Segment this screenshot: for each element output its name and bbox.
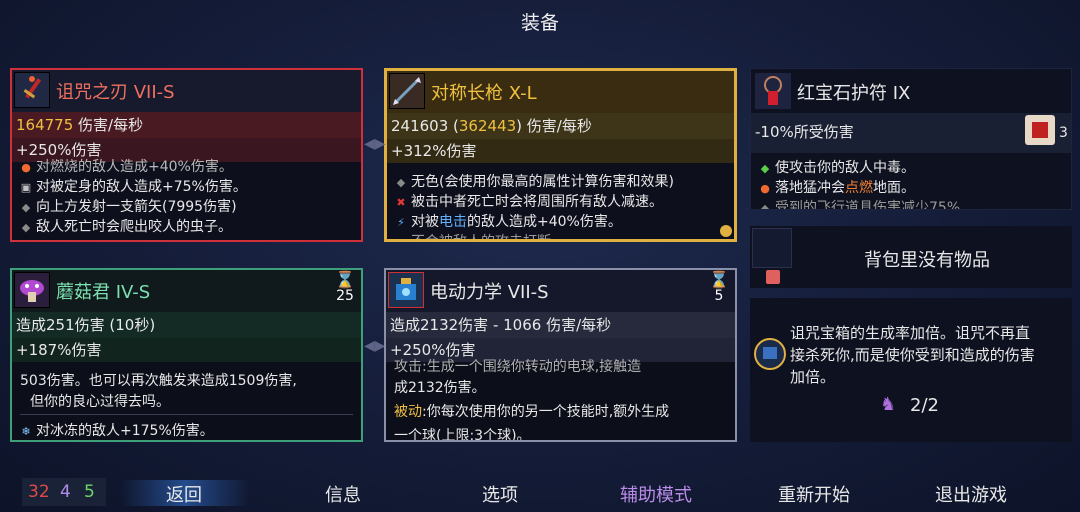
effect-line: 使攻击你的敌人中毒。 xyxy=(775,160,915,176)
weapon-name: 诅咒之刃 VII-S xyxy=(56,82,175,103)
diamond-icon: ◆ xyxy=(760,202,770,210)
diamond-icon: ◆ xyxy=(21,221,31,234)
cooldown: ⌛ 25 xyxy=(335,270,355,305)
swap-arrows-icon: ◀▶ xyxy=(364,338,386,354)
fire-icon: ● xyxy=(760,182,770,195)
damage-bonus: +312%伤害 xyxy=(387,139,734,163)
dps-value: 241603 xyxy=(391,117,449,135)
skill-damage: 造成2132伤害 - 1066 伤害/每秒 xyxy=(386,312,735,338)
effect-line: 被击中者死亡时会将周围所有敌人减速。 xyxy=(411,194,663,210)
diamond-icon: ◆ xyxy=(395,236,407,239)
effect-line-pre: 落地猛冲会 xyxy=(775,180,845,196)
mutation-text: 接杀死你,而是使你受到和造成的伤害 xyxy=(790,346,1035,364)
effect-highlight: 点燃 xyxy=(845,180,873,196)
effect-highlight: 电击 xyxy=(439,214,467,230)
stats-panel: 32 4 5 xyxy=(22,478,106,506)
effect-line-post: 地面。 xyxy=(873,180,915,196)
mutation-text: 加倍。 xyxy=(790,368,836,386)
dps-unit: 伤害/每秒 xyxy=(522,117,592,135)
skill-damage: 造成251伤害 (10秒) xyxy=(12,312,361,338)
effect-line: 503伤害。也可以再次触发来造成1509伤害, xyxy=(20,373,297,389)
mutation-count: 2/2 xyxy=(910,395,939,416)
skill-name: 电动力学 VII-S xyxy=(430,282,549,303)
effect-line: 受到的飞行道具伤害减少75% xyxy=(775,200,961,210)
damage-bonus: +187%伤害 xyxy=(12,338,361,362)
poison-icon: ◆ xyxy=(760,162,770,175)
effect-line: 对燃烧的敌人造成+40%伤害。 xyxy=(36,159,233,175)
info-button[interactable]: 信息 xyxy=(325,481,361,507)
electro-orb-icon xyxy=(388,272,424,308)
curse-blade-icon xyxy=(14,72,50,108)
lock-icon: ▣ xyxy=(20,181,32,194)
brutality-stat: 32 xyxy=(28,482,50,502)
effect-line: 对冰冻的敌人+175%伤害。 xyxy=(36,423,214,439)
swap-arrows-icon: ◀▶ xyxy=(364,136,386,152)
amulet-name: 红宝石护符 IX xyxy=(797,83,911,104)
curse-icon: ✖ xyxy=(396,196,406,209)
dps-alt-value: 362443 xyxy=(458,117,517,135)
effect-line: 攻击:生成一个围绕你转动的电球,接触造 xyxy=(394,359,642,375)
passive-text: :你每次使用你的另一个技能时,额外生成 xyxy=(422,404,670,420)
assist-mode-button[interactable]: 辅助模式 xyxy=(620,481,692,507)
backpack-panel[interactable]: 背包里没有物品 xyxy=(750,226,1072,288)
backpack-empty-text: 背包里没有物品 xyxy=(864,250,990,271)
backpack-icon xyxy=(766,270,780,284)
skill-card-mushroom[interactable]: 蘑菇君 IV-S ⌛ 25 造成251伤害 (10秒) +187%伤害 503伤害… xyxy=(10,268,363,442)
survival-stat: 5 xyxy=(84,482,95,502)
weapon-card-curse-blade[interactable]: 诅咒之刃 VII-S 164775 伤害/每秒 +250%伤害 ● 对燃烧的敌人造… xyxy=(10,68,363,242)
passive-label: 被动 xyxy=(394,404,422,420)
mutation-panel[interactable]: 诅咒宝箱的生成率加倍。诅咒不再直 接杀死你,而是使你受到和造成的伤害 加倍。 ♞… xyxy=(750,298,1072,442)
mutation-text: 诅咒宝箱的生成率加倍。诅咒不再直 xyxy=(790,324,1031,342)
scroll-icon xyxy=(1025,115,1055,145)
effect-line: 对被定身的敌人造成+75%伤害。 xyxy=(36,179,247,195)
weapon-name: 对称长枪 X-L xyxy=(431,83,537,104)
effect-line: 敌人死亡时会爬出咬人的虫子。 xyxy=(36,219,232,235)
scroll-count: 3 xyxy=(1059,125,1068,141)
effect-line: 但你的良心过得去吗。 xyxy=(30,394,170,410)
paren: ( xyxy=(448,117,459,135)
tactics-stat: 4 xyxy=(60,482,71,502)
effect-line: 对被电击的敌人造成+40%伤害。 xyxy=(411,214,622,230)
restart-button[interactable]: 重新开始 xyxy=(778,481,850,507)
skill-name: 蘑菇君 IV-S xyxy=(56,282,151,303)
cooldown-value: 25 xyxy=(336,288,354,304)
dps-value: 164775 xyxy=(16,116,74,134)
effect-line: 不会被敌人的攻击打断 xyxy=(411,234,551,242)
dps-unit: 伤害/每秒 xyxy=(73,116,144,134)
ruby-amulet-icon xyxy=(755,73,791,109)
weapon-card-symmetrical-spear[interactable]: 对称长枪 X-L 241603 (362443) 伤害/每秒 +312%伤害 ◆… xyxy=(384,68,737,242)
hourglass-icon: ⌛ xyxy=(709,270,729,289)
page-title: 装备 xyxy=(520,12,559,34)
amulet-stat: -10%所受伤害 xyxy=(755,123,854,141)
effect-line: 一个球(上限:3个球)。 xyxy=(394,428,531,442)
effect-line: 成2132伤害。 xyxy=(394,380,486,396)
snowflake-icon: ❄ xyxy=(21,425,31,438)
skill-card-electrodynamics[interactable]: 电动力学 VII-S ⌛ 5 造成2132伤害 - 1066 伤害/每秒 +250… xyxy=(384,268,737,442)
cooldown-value: 5 xyxy=(714,288,724,304)
corner-ornament-icon xyxy=(720,225,732,237)
divider xyxy=(20,414,353,415)
options-button[interactable]: 选项 xyxy=(482,481,518,507)
mushroom-icon xyxy=(14,272,50,308)
cursed-chest-icon xyxy=(754,338,786,370)
bottom-bar: 32 4 5 返回 信息 选项 辅助模式 重新开始 退出游戏 xyxy=(0,472,1080,512)
amulet-card-ruby[interactable]: 红宝石护符 IX -10%所受伤害 3 ◆ 使攻击你的敌人中毒。 ● 落地猛冲会点燃… xyxy=(750,68,1072,210)
diamond-icon: ◆ xyxy=(396,176,406,189)
spear-icon xyxy=(389,73,425,109)
effect-line: 无色(会使用你最高的属性计算伤害和效果) xyxy=(411,174,674,190)
effect-line: 向上方发射一支箭矢(7995伤害) xyxy=(36,199,237,215)
diamond-icon: ◆ xyxy=(21,201,31,214)
lightning-icon: ⚡ xyxy=(397,216,405,229)
backpack-slot[interactable] xyxy=(752,228,792,268)
back-button[interactable]: 返回 xyxy=(166,481,202,507)
cooldown: ⌛ 5 xyxy=(709,270,729,305)
hourglass-icon: ⌛ xyxy=(335,270,355,289)
quit-button[interactable]: 退出游戏 xyxy=(935,481,1007,507)
mutation-icon: ♞ xyxy=(880,394,897,415)
fire-icon: ● xyxy=(21,161,31,174)
